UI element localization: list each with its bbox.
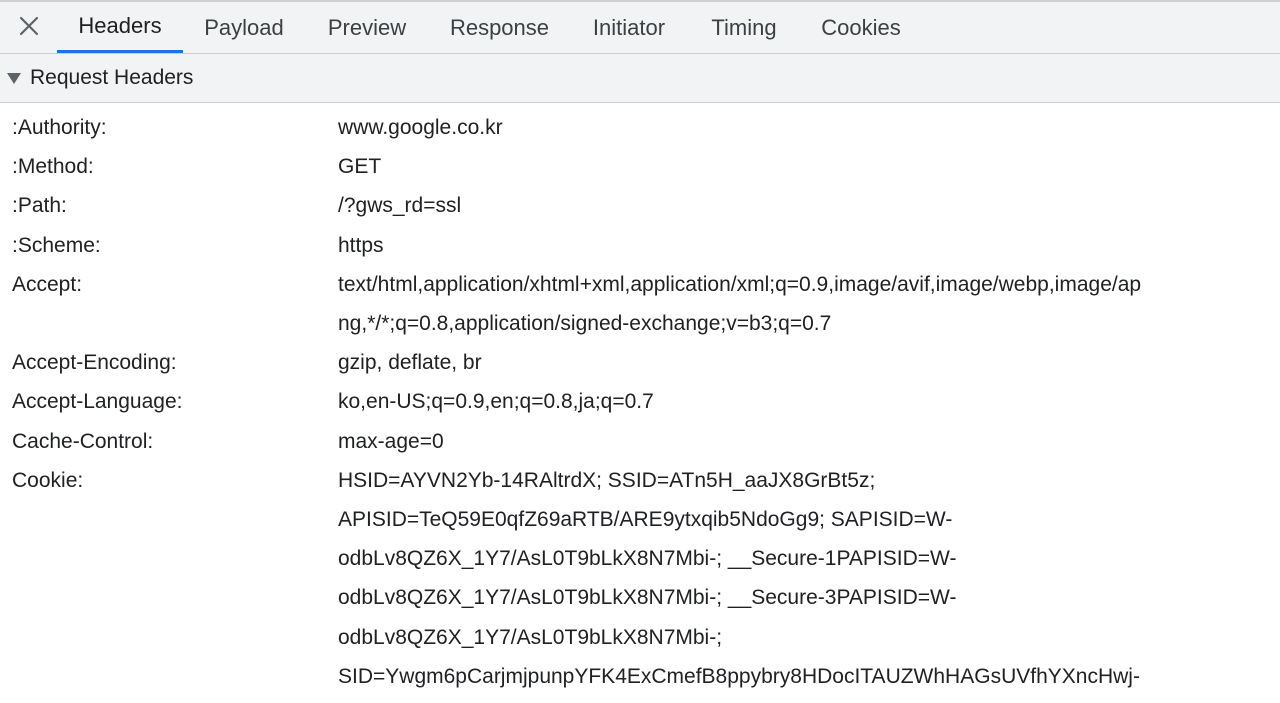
header-row: :Method: GET — [0, 147, 1280, 186]
header-name: :Scheme: — [12, 233, 101, 257]
devtools-network-headers-panel: Headers Payload Preview Response Initiat… — [0, 0, 1280, 703]
close-icon — [18, 15, 40, 42]
header-row: Accept: text/html,application/xhtml+xml,… — [0, 265, 1280, 343]
header-value: HSID=AYVN2Yb-14RAltrdX; SSID=ATn5H_aaJX8… — [338, 461, 1268, 696]
header-row: Cookie: HSID=AYVN2Yb-14RAltrdX; SSID=ATn… — [0, 461, 1280, 696]
header-value-line: HSID=AYVN2Yb-14RAltrdX; SSID=ATn5H_aaJX8… — [338, 468, 876, 492]
header-row: :Path: /?gws_rd=ssl — [0, 186, 1280, 225]
header-row: :Scheme: https — [0, 226, 1280, 265]
tab-bar: Headers Payload Preview Response Initiat… — [0, 0, 1280, 54]
header-value-line: odbLv8QZ6X_1Y7/AsL0T9bLkX8N7Mbi-; __Secu… — [338, 547, 957, 571]
header-name: :Authority: — [12, 116, 107, 139]
header-row: :Authority: www.google.co.kr — [0, 108, 1280, 147]
header-value: GET — [338, 155, 382, 179]
close-button[interactable] — [12, 10, 46, 46]
section-title: Request Headers — [30, 66, 194, 89]
request-headers-section-toggle[interactable]: Request Headers — [0, 54, 1280, 103]
tab-response[interactable]: Response — [433, 2, 566, 53]
header-name: Cookie: — [12, 468, 84, 492]
tab-initiator[interactable]: Initiator — [578, 2, 680, 53]
header-value: max-age=0 — [338, 429, 444, 453]
triangle-down-icon — [7, 72, 21, 84]
header-name: Cache-Control: — [12, 429, 154, 453]
tab-timing[interactable]: Timing — [696, 2, 792, 53]
header-row: Cache-Control: max-age=0 — [0, 422, 1280, 461]
header-value: https — [338, 233, 384, 257]
header-value-line: text/html,application/xhtml+xml,applicat… — [338, 272, 1142, 296]
tab-headers[interactable]: Headers — [57, 2, 183, 53]
header-name: Accept-Language: — [12, 390, 183, 414]
header-row: Accept-Language: ko,en-US;q=0.9,en;q=0.8… — [0, 382, 1280, 421]
tab-preview[interactable]: Preview — [313, 2, 421, 53]
header-value-line: SID=Ywgm6pCarjmjpunpYFK4ExCmefB8ppybry8H… — [338, 664, 1140, 688]
header-value: gzip, deflate, br — [338, 351, 482, 375]
header-value: www.google.co.kr — [338, 116, 503, 139]
header-value-line: APISID=TeQ59E0qfZ69aRTB/ARE9ytxqib5NdoGg… — [338, 508, 953, 532]
header-row: Accept-Encoding: gzip, deflate, br — [0, 343, 1280, 382]
tab-payload[interactable]: Payload — [189, 2, 299, 53]
header-value: text/html,application/xhtml+xml,applicat… — [338, 265, 1268, 343]
header-value-line: odbLv8QZ6X_1Y7/AsL0T9bLkX8N7Mbi-; __Secu… — [338, 586, 957, 610]
header-value: ko,en-US;q=0.9,en;q=0.8,ja;q=0.7 — [338, 390, 654, 414]
tab-cookies[interactable]: Cookies — [806, 2, 916, 53]
header-name: :Method: — [12, 155, 94, 179]
header-name: Accept: — [12, 272, 83, 296]
header-list: :Authority: www.google.co.kr :Method: GE… — [0, 108, 1280, 696]
header-value-line: ng,*/*;q=0.8,application/signed-exchange… — [338, 312, 832, 336]
header-name: :Path: — [12, 194, 67, 218]
header-value: /?gws_rd=ssl — [338, 194, 462, 218]
header-value-line: odbLv8QZ6X_1Y7/AsL0T9bLkX8N7Mbi-; — [338, 625, 723, 649]
header-name: Accept-Encoding: — [12, 351, 177, 375]
